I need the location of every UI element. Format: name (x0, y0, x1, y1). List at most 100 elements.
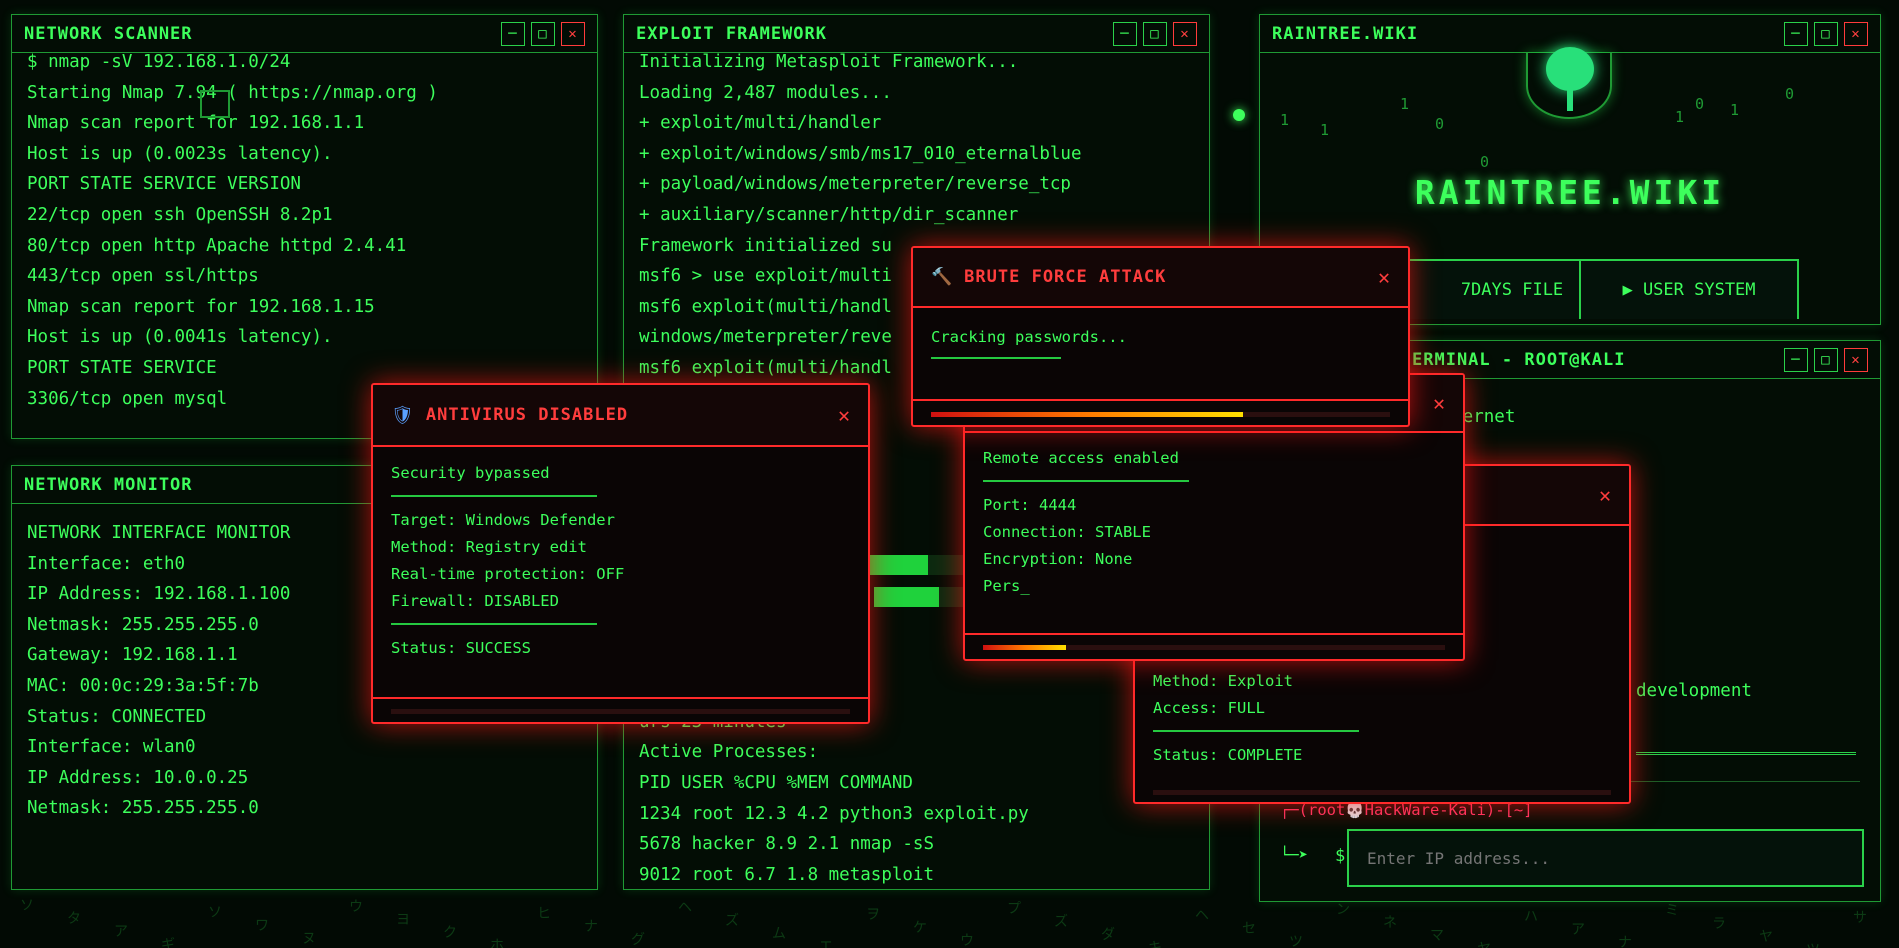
exploit-line: PID USER %CPU %MEM COMMAND (639, 772, 913, 793)
maximize-icon[interactable]: □ (531, 21, 555, 46)
matrix-char: ギ (161, 937, 175, 948)
matrix-char: ツ (1806, 939, 1820, 948)
matrix-char: ム (772, 926, 786, 942)
matrix-char: ア (114, 924, 128, 940)
user-system-button[interactable]: ▶ USER SYSTEM (1579, 259, 1799, 319)
scanner-line: PORT STATE SERVICE (27, 357, 217, 378)
matrix-char: ア (1571, 922, 1585, 938)
minimize-icon[interactable]: ─ (1784, 21, 1808, 46)
exploit-line: + payload/windows/meterpreter/reverse_tc… (639, 174, 1071, 195)
close-icon[interactable]: ✕ (561, 21, 585, 46)
matrix-char: ハ (1524, 909, 1538, 925)
matrix-char: ヘ (678, 900, 692, 916)
close-icon[interactable]: ✕ (1844, 21, 1868, 46)
exploit-line: + exploit/multi/handler (639, 113, 882, 134)
scanner-output: $ nmap -sV 192.168.1.0/24 Starting Nmap 7… (12, 43, 597, 418)
minimize-icon[interactable]: ─ (1113, 21, 1137, 46)
matrix-char: エ (819, 939, 833, 948)
remote-port: Port: 4444 (983, 496, 1077, 514)
close-icon[interactable]: ✕ (1844, 347, 1868, 372)
tree-logo-icon (1526, 47, 1612, 119)
privilege-status: Status: COMPLETE (1153, 746, 1303, 764)
terminal-divider (1636, 752, 1856, 755)
brute-force-title: BRUTE FORCE ATTACK (964, 267, 1167, 287)
matrix-char: ナ (1618, 935, 1632, 948)
maximize-icon[interactable]: □ (1814, 21, 1838, 46)
window-title: RAINTREE.WIKI (1272, 23, 1419, 44)
brute-force-status: Cracking passwords... (931, 328, 1127, 346)
matrix-char: ラ (1712, 916, 1726, 932)
matrix-char: ウ (349, 899, 363, 915)
antivirus-popup[interactable]: 🛡 ANTIVIRUS DISABLED ✕ Security bypassed… (371, 383, 870, 724)
matrix-char: ヤ (1477, 938, 1491, 948)
matrix-char: マ (1430, 928, 1444, 944)
exploit-line: Active Processes: (639, 742, 819, 763)
scanner-line: PORT STATE SERVICE VERSION (27, 174, 301, 195)
window-title: NETWORK SCANNER (24, 23, 193, 44)
status-light-icon (1233, 109, 1245, 121)
matrix-char: ク (443, 925, 457, 941)
matrix-char: キ (1148, 940, 1162, 948)
minimize-icon[interactable]: ─ (501, 21, 525, 46)
privilege-progress (1153, 790, 1611, 795)
brute-force-popup[interactable]: 🔨 BRUTE FORCE ATTACK ✕ Cracking password… (911, 246, 1410, 427)
window-title: EXPLOIT FRAMEWORK (636, 23, 827, 44)
exploit-line: 5678 hacker 8.9 2.1 nmap -sS (639, 834, 935, 855)
binary-digit: 1 (1320, 121, 1330, 139)
matrix-char: ヌ (302, 931, 316, 947)
close-icon[interactable]: ✕ (1378, 265, 1390, 289)
binary-digit: 1 (1675, 108, 1685, 126)
brute-force-titlebar[interactable]: 🔨 BRUTE FORCE ATTACK ✕ (913, 248, 1408, 308)
matrix-char: ウ (960, 933, 974, 948)
scanner-line: Host is up (0.0023s latency). (27, 143, 333, 164)
remote-divider (965, 633, 1463, 635)
matrix-char: プ (1007, 901, 1021, 917)
matrix-char: ホ (490, 938, 504, 948)
antivirus-rtp: Real-time protection: OFF (391, 565, 625, 583)
scanner-line: 22/tcp open ssh OpenSSH 8.2p1 (27, 204, 333, 225)
exploit-line: 9012 root 6.7 1.8 metasploit (639, 864, 935, 885)
close-icon[interactable]: ✕ (1599, 483, 1611, 507)
prompt-dollar: $ (1335, 846, 1346, 866)
binary-digit: 0 (1435, 115, 1445, 133)
matrix-char: ワ (255, 918, 269, 934)
network-scanner-window[interactable]: NETWORK SCANNER ─ □ ✕ $ nmap -sV 192.168… (11, 14, 598, 439)
matrix-char: ヨ (396, 912, 410, 928)
remote-status: Remote access enabled (983, 449, 1179, 467)
matrix-char: ヘ (1195, 908, 1209, 924)
matrix-char: ン (1336, 902, 1350, 918)
close-icon[interactable]: ✕ (1433, 391, 1445, 415)
antivirus-progress (391, 709, 850, 714)
cursor-icon (200, 90, 230, 118)
binary-digit: 1 (1280, 111, 1290, 129)
hammer-icon: 🔨 (931, 267, 953, 287)
matrix-char: ナ (584, 919, 598, 935)
binary-digit: 0 (1480, 153, 1490, 171)
maximize-icon[interactable]: □ (1143, 21, 1167, 46)
antivirus-bypass: Security bypassed (391, 464, 550, 482)
matrix-char: ソ (208, 905, 222, 921)
privilege-method: Method: Exploit (1153, 672, 1293, 690)
raintree-heading: RAINTREE.WIKI (1414, 173, 1726, 212)
terminal-line: development (1636, 681, 1752, 701)
antivirus-target: Target: Windows Defender (391, 511, 615, 529)
exploit-line: + exploit/windows/smb/ms17_010_eternalbl… (639, 143, 1082, 164)
scanner-line: 80/tcp open http Apache httpd 2.4.41 (27, 235, 407, 256)
binary-digit: 1 (1400, 95, 1410, 113)
antivirus-titlebar[interactable]: 🛡 ANTIVIRUS DISABLED ✕ (373, 385, 868, 447)
matrix-char: ネ (1383, 915, 1397, 931)
matrix-char: サ (1853, 910, 1867, 926)
scanner-line: $ nmap -sV 192.168.1.0/24 (27, 52, 291, 72)
ip-address-input[interactable] (1347, 829, 1864, 887)
maximize-icon[interactable]: □ (1814, 347, 1838, 372)
scanner-line: Nmap scan report for 192.168.1.15 (27, 296, 375, 317)
matrix-char: ケ (913, 920, 927, 936)
exploit-line: Loading 2,487 modules... (639, 82, 892, 103)
antivirus-firewall: Firewall: DISABLED (391, 592, 559, 610)
minimize-icon[interactable]: ─ (1784, 347, 1808, 372)
antivirus-divider (373, 697, 868, 699)
binary-digit: 0 (1695, 95, 1705, 113)
close-icon[interactable]: ✕ (1173, 21, 1197, 46)
close-icon[interactable]: ✕ (838, 403, 850, 427)
scanner-line: Host is up (0.0041s latency). (27, 327, 333, 348)
